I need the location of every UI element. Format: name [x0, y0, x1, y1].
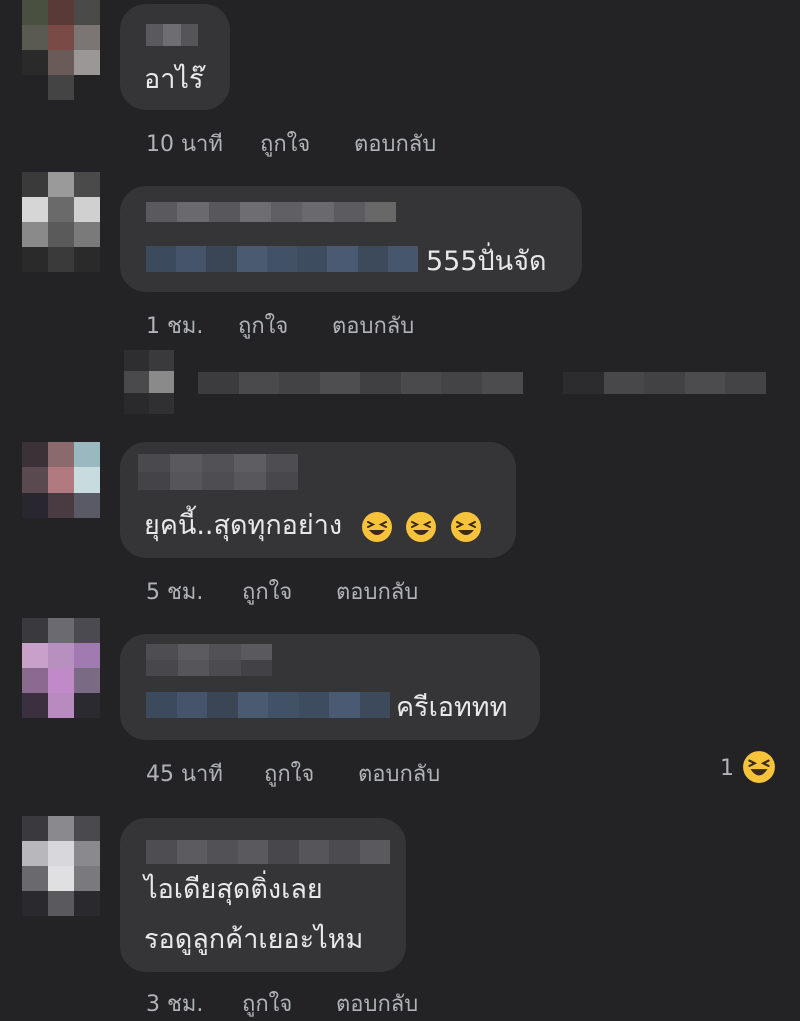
like-button[interactable]: ถูกใจ	[242, 574, 292, 609]
commenter-name-blurred[interactable]	[138, 454, 298, 490]
timestamp: 1 ชม.	[146, 314, 204, 339]
mentioned-user-blurred[interactable]	[146, 246, 418, 272]
reaction-summary[interactable]: 1	[718, 750, 782, 784]
comment-body: ยุคนี้..สุดทุกอย่าง	[144, 510, 343, 541]
timestamp: 10 นาที	[146, 132, 223, 157]
like-button[interactable]: ถูกใจ	[260, 126, 310, 161]
reaction-count: 1	[720, 756, 734, 781]
comment-meta: 3 ชม. ถูกใจ ตอบกลับ	[146, 986, 486, 1017]
reply-button[interactable]: ตอบกลับ	[332, 308, 414, 343]
comment-meta: 1 ชม. ถูกใจ ตอบกลับ	[146, 308, 486, 339]
laughing-emoji-icon	[361, 511, 392, 542]
view-replies-blurred[interactable]	[124, 350, 174, 414]
commenter-name-blurred[interactable]	[146, 840, 390, 864]
like-button[interactable]: ถูกใจ	[264, 756, 314, 791]
laughing-emoji-icon	[406, 511, 437, 542]
comments-thread: อาไร๊ 10 นาที ถูกใจ ตอบกลับ 555ปั่นจัด 1…	[0, 0, 800, 1021]
view-replies-text-blurred[interactable]	[198, 372, 766, 394]
reply-button[interactable]: ตอบกลับ	[354, 126, 436, 161]
avatar[interactable]	[22, 0, 100, 100]
comment-text: ไอเดียสุดติ่งเลย	[144, 874, 323, 905]
timestamp: 3 ชม.	[146, 992, 204, 1017]
avatar[interactable]	[22, 618, 100, 718]
avatar[interactable]	[22, 442, 100, 518]
commenter-name-blurred[interactable]	[146, 202, 396, 222]
comment-text: อาไร๊	[144, 64, 204, 95]
comment-meta: 10 นาที ถูกใจ ตอบกลับ	[146, 126, 486, 157]
laughing-emoji-icon	[450, 511, 481, 542]
like-button[interactable]: ถูกใจ	[242, 986, 292, 1021]
reply-button[interactable]: ตอบกลับ	[336, 574, 418, 609]
comment-meta: 45 นาที ถูกใจ ตอบกลับ	[146, 756, 486, 787]
comment-text: ครีเอททท	[396, 692, 508, 723]
comment-meta: 5 ชม. ถูกใจ ตอบกลับ	[146, 574, 486, 605]
comment-text: ยุคนี้..สุดทุกอย่าง	[144, 500, 482, 552]
laughing-reaction-icon	[743, 751, 775, 783]
commenter-name-blurred[interactable]	[146, 644, 272, 676]
timestamp: 45 นาที	[146, 762, 223, 787]
avatar[interactable]	[22, 816, 100, 916]
comment-text: 555ปั่นจัด	[426, 246, 547, 277]
mentioned-user-blurred[interactable]	[146, 692, 390, 718]
timestamp: 5 ชม.	[146, 580, 204, 605]
comment-text: รอดูลูกค้าเยอะไหม	[144, 924, 364, 955]
commenter-name-blurred[interactable]	[146, 24, 198, 46]
reply-button[interactable]: ตอบกลับ	[336, 986, 418, 1021]
avatar[interactable]	[22, 172, 100, 272]
reply-button[interactable]: ตอบกลับ	[358, 756, 440, 791]
like-button[interactable]: ถูกใจ	[238, 308, 288, 343]
